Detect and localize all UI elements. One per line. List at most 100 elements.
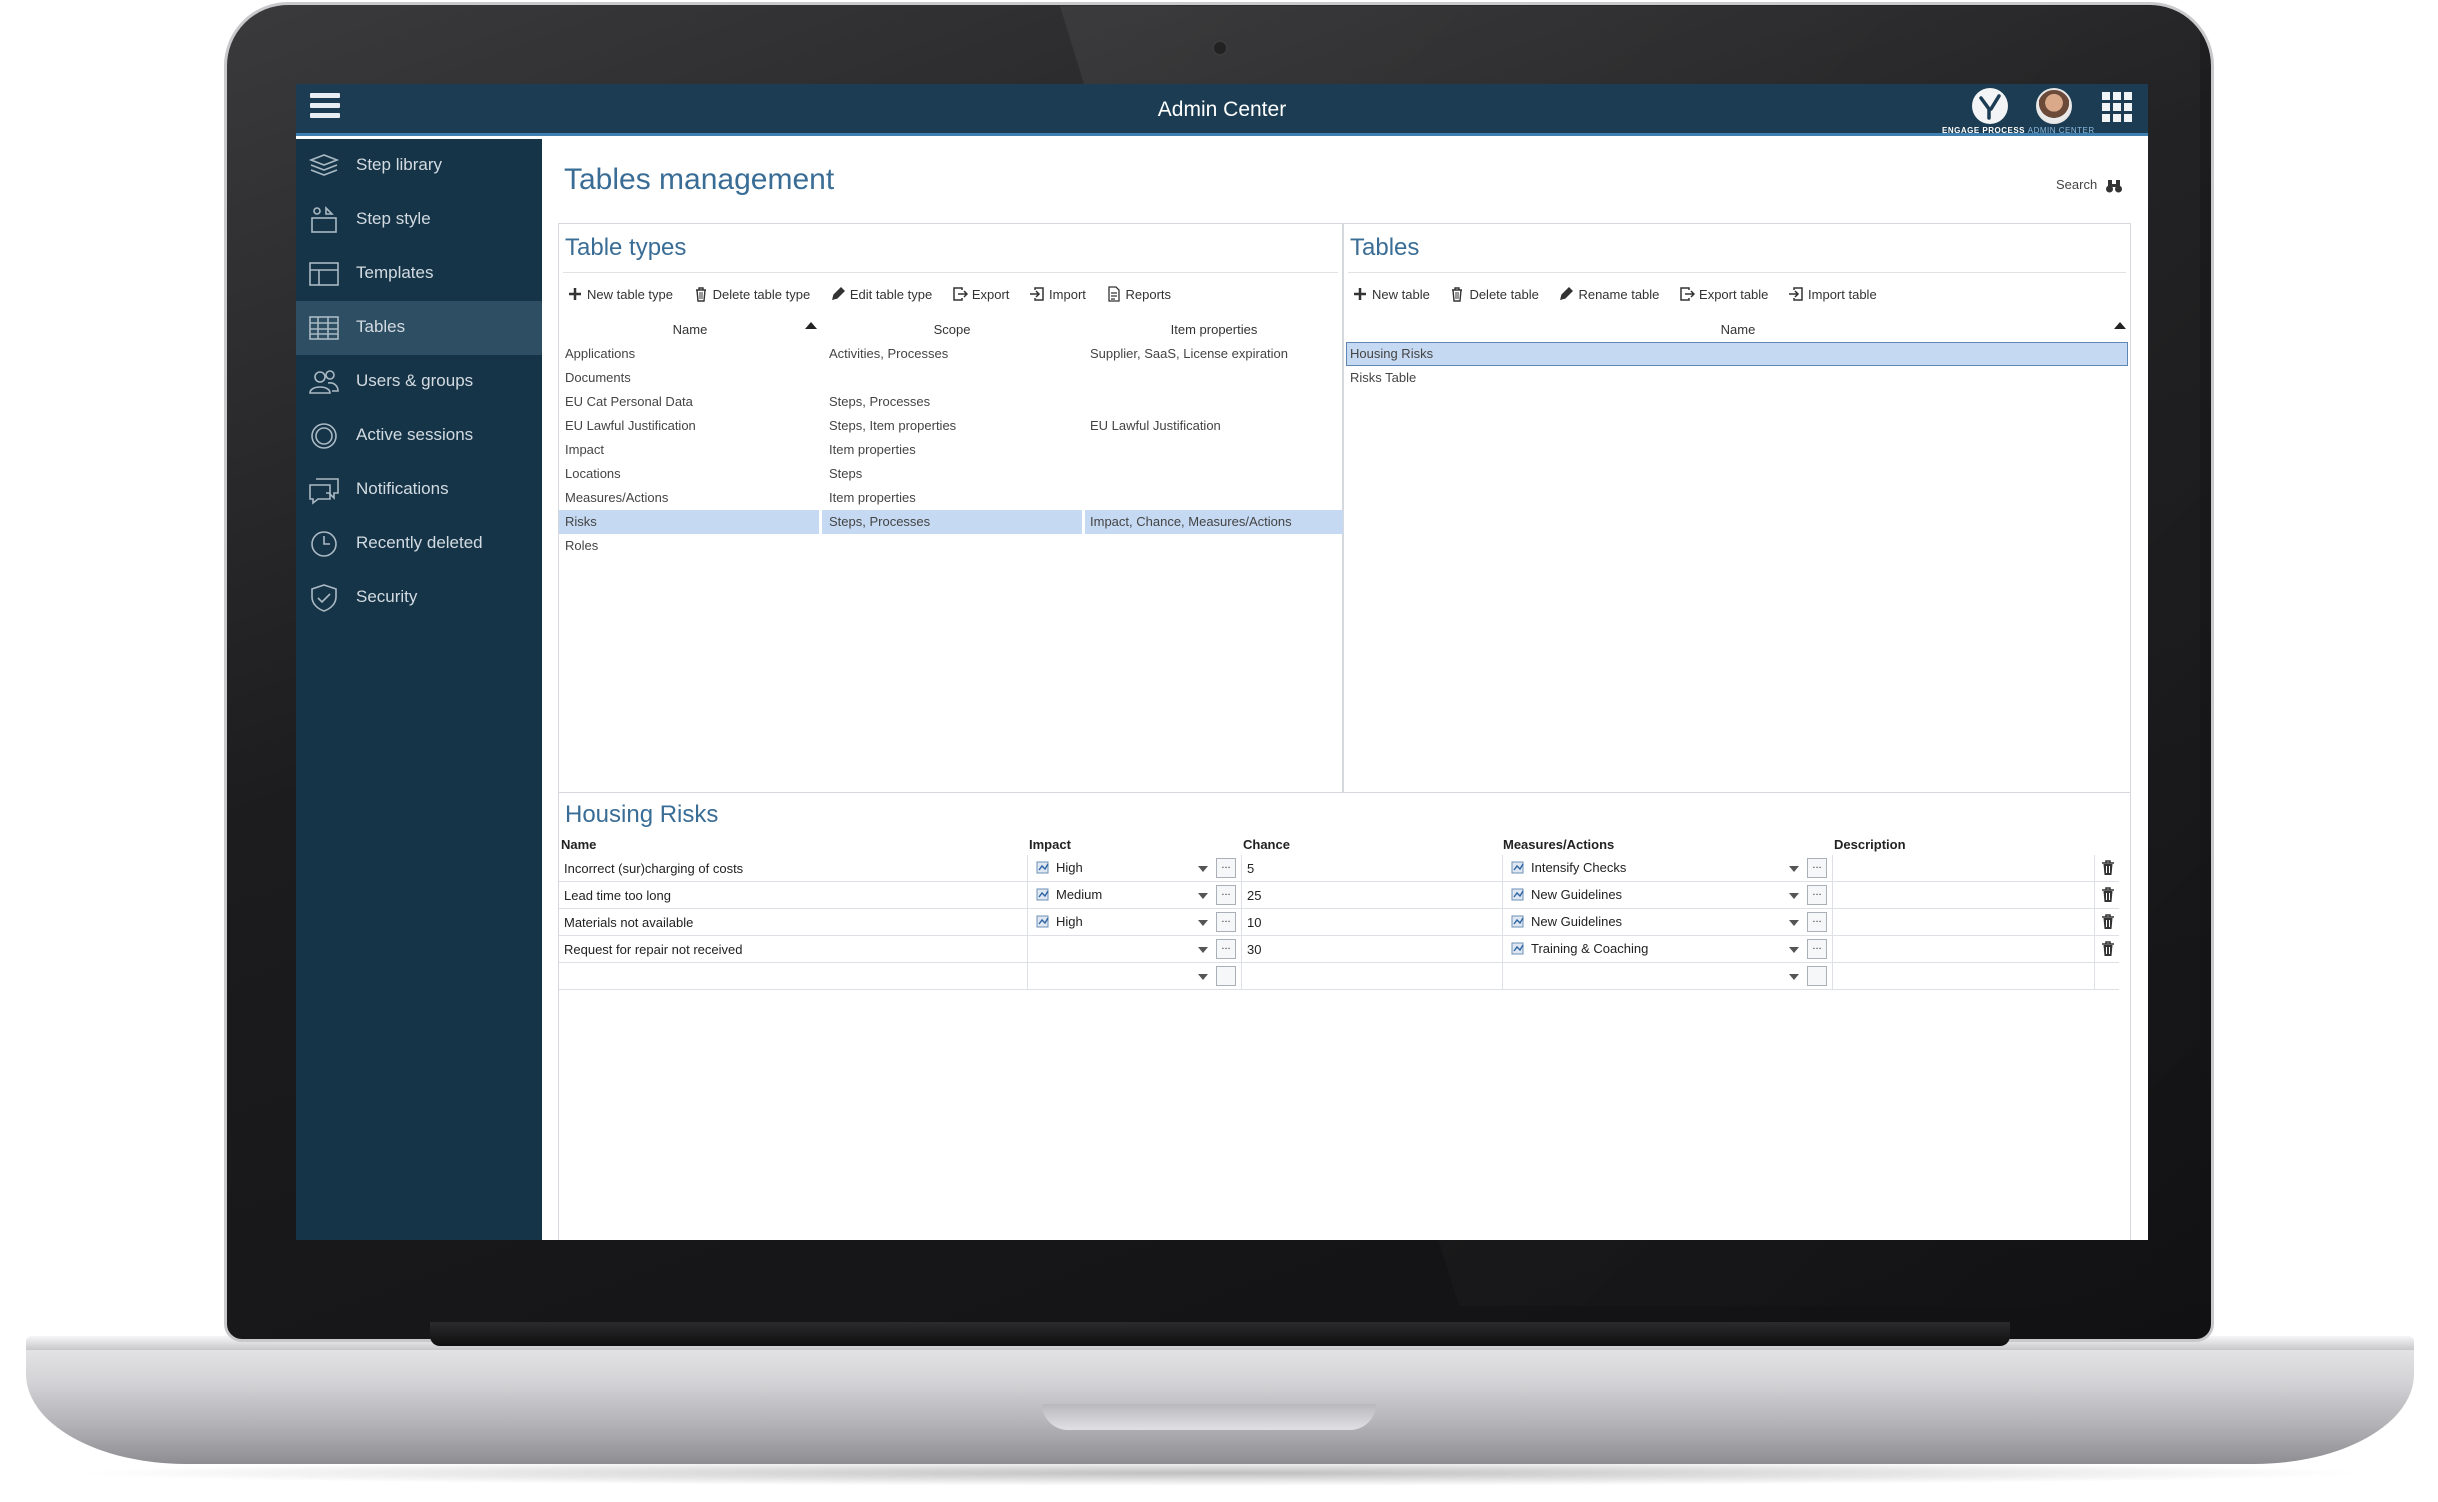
ellipsis-button[interactable]: ... [1216,885,1236,905]
new-table-button[interactable]: New table [1352,286,1430,302]
chevron-down-icon[interactable] [1198,866,1208,872]
shapes-icon [308,205,340,235]
chevron-down-icon[interactable] [1198,974,1208,980]
ellipsis-button[interactable]: ... [1807,912,1827,932]
delete-row-trash-icon[interactable] [2101,941,2115,957]
description-cell[interactable] [1833,936,2095,963]
clock-icon [308,529,340,559]
impact-dropdown[interactable]: High ... [1028,855,1242,882]
table-row[interactable]: EU Lawful Justification Steps, Item prope… [559,414,1344,438]
export-table-button[interactable]: Export table [1679,286,1768,302]
import-button[interactable]: Import [1029,286,1086,302]
table-row[interactable]: Locations Steps [559,462,1344,486]
chance-cell[interactable] [1242,963,1503,990]
sidebar-item-recently-deleted[interactable]: Recently deleted [296,517,542,571]
table-row[interactable]: EU Cat Personal Data Steps, Processes [559,390,1344,414]
ellipsis-button[interactable] [1807,966,1827,986]
edit-table-type-button[interactable]: Edit table type [830,286,932,302]
name-cell[interactable]: Lead time too long [559,882,1028,909]
measures-dropdown[interactable]: Intensify Checks ... [1503,855,1833,882]
measures-dropdown[interactable]: New Guidelines ... [1503,882,1833,909]
laptop-notch [1042,1404,1376,1430]
sidebar-item-notifications[interactable]: Notifications [296,463,542,517]
chance-cell[interactable]: 5 [1242,855,1503,882]
table-row[interactable]: Impact Item properties [559,438,1344,462]
measures-dropdown[interactable]: Training & Coaching ... [1503,936,1833,963]
table-row[interactable]: Documents [559,366,1344,390]
table-row-selected[interactable]: Risks Steps, Processes Impact, Chance, Mea… [559,510,1344,534]
chevron-down-icon[interactable] [1789,893,1799,899]
ellipsis-button[interactable]: ... [1807,885,1827,905]
measures-dropdown[interactable] [1503,963,1833,990]
user-avatar[interactable] [2036,88,2072,124]
table-row[interactable]: Measures/Actions Item properties [559,486,1344,510]
sidebar-item-security[interactable]: Security [296,571,542,625]
cell-text: 10 [1247,915,1262,930]
engage-process-logo-icon[interactable] [1972,88,2008,124]
new-table-type-button[interactable]: New table type [567,286,673,302]
button-label: Edit table type [849,287,933,302]
sidebar-item-active-sessions[interactable]: Active sessions [296,409,542,463]
column-header-scope[interactable]: Scope [821,322,1083,337]
ellipsis-button[interactable] [1216,966,1236,986]
chevron-down-icon[interactable] [1198,893,1208,899]
impact-dropdown[interactable]: ... [1028,936,1242,963]
brand-name: ENGAGE PROCESS [1942,126,2026,135]
impact-dropdown[interactable]: Medium ... [1028,882,1242,909]
chance-cell[interactable]: 25 [1242,882,1503,909]
import-table-button[interactable]: Import table [1788,286,1877,302]
name-cell[interactable]: Request for repair not received [559,936,1028,963]
delete-table-button[interactable]: Delete table [1449,286,1539,302]
rename-table-button[interactable]: Rename table [1558,286,1659,302]
sort-ascending-icon[interactable] [2114,322,2126,329]
app-launcher-icon[interactable] [2102,92,2132,122]
description-cell[interactable] [1833,855,2095,882]
chance-cell[interactable]: 30 [1242,936,1503,963]
sort-ascending-icon[interactable] [805,322,817,329]
column-header-name[interactable]: Name [1344,322,2132,337]
description-cell[interactable] [1833,963,2095,990]
chevron-down-icon[interactable] [1789,974,1799,980]
delete-row-trash-icon[interactable] [2101,860,2115,876]
ellipsis-button[interactable]: ... [1216,912,1236,932]
cell-name: Locations [565,466,621,481]
name-cell[interactable]: Incorrect (sur)charging of costs [559,855,1028,882]
ellipsis-button[interactable]: ... [1216,858,1236,878]
table-row[interactable]: Roles [559,534,1344,558]
description-cell[interactable] [1833,909,2095,936]
column-header-name[interactable]: Name [559,322,821,337]
chevron-down-icon[interactable] [1789,947,1799,953]
ellipsis-button[interactable]: ... [1216,939,1236,959]
reports-button[interactable]: Reports [1106,286,1171,302]
sidebar-item-templates[interactable]: Templates [296,247,542,301]
delete-row-trash-icon[interactable] [2101,914,2115,930]
delete-table-type-button[interactable]: Delete table type [693,286,810,302]
cell-item-properties: Impact, Chance, Measures/Actions [1090,514,1292,529]
chevron-down-icon[interactable] [1789,866,1799,872]
chance-cell[interactable]: 10 [1242,909,1503,936]
export-button[interactable]: Export [952,286,1009,302]
column-header-item-properties[interactable]: Item properties [1083,322,1345,337]
name-cell[interactable]: Materials not available [559,909,1028,936]
ellipsis-button[interactable]: ... [1807,939,1827,959]
description-cell[interactable] [1833,882,2095,909]
impact-dropdown[interactable]: High ... [1028,909,1242,936]
chevron-down-icon[interactable] [1789,920,1799,926]
cell-text: High [1056,860,1083,875]
table-row[interactable]: Risks Table [1344,366,2132,390]
name-cell[interactable] [559,963,1028,990]
measures-dropdown[interactable]: New Guidelines ... [1503,909,1833,936]
search-button[interactable]: Search [2056,177,2123,194]
delete-row-trash-icon[interactable] [2101,887,2115,903]
impact-dropdown[interactable] [1028,963,1242,990]
sidebar-item-step-library[interactable]: Step library [296,139,542,193]
table-row-selected[interactable]: Housing Risks [1344,342,2132,366]
sidebar-item-step-style[interactable]: Step style [296,193,542,247]
sidebar-item-users-groups[interactable]: Users & groups [296,355,542,409]
chevron-down-icon[interactable] [1198,920,1208,926]
chevron-down-icon[interactable] [1198,947,1208,953]
ellipsis-button[interactable]: ... [1807,858,1827,878]
table-row[interactable]: Applications Activities, Processes Supplie… [559,342,1344,366]
table-types-panel: Table types New table type Delete table … [558,223,1343,793]
sidebar-item-tables[interactable]: Tables [296,301,542,355]
